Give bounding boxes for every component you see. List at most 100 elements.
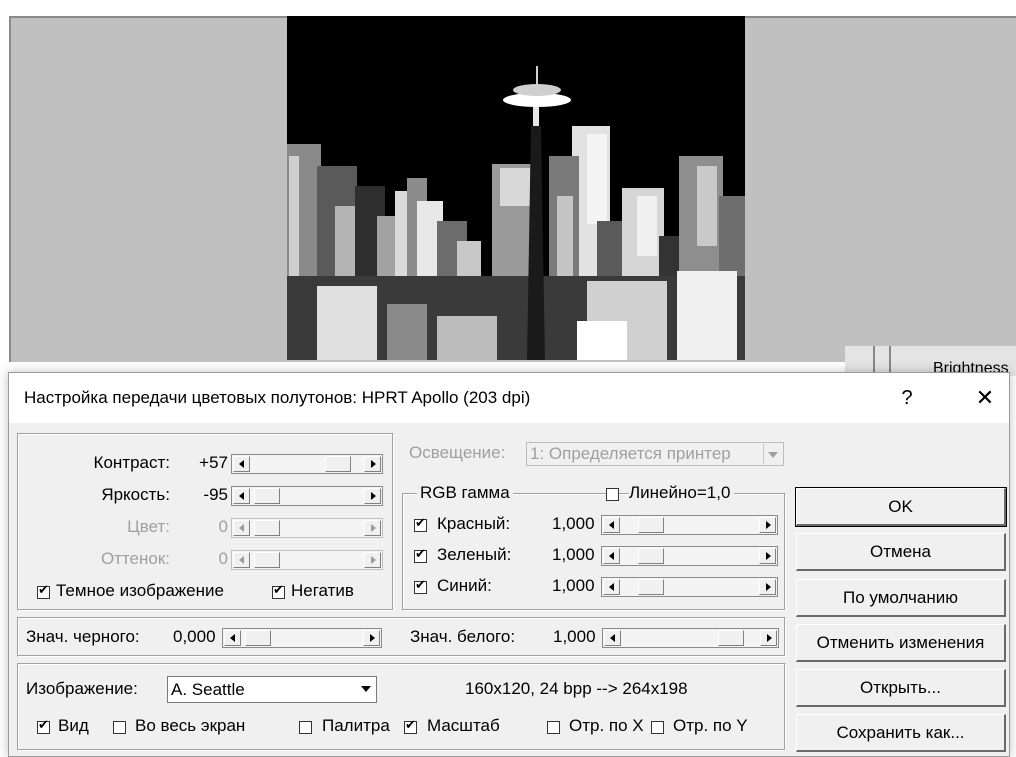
black-level-slider[interactable] <box>222 628 382 648</box>
brightness-label: Яркость: <box>101 485 170 504</box>
arrow-left-icon[interactable] <box>233 456 250 472</box>
linear-label[interactable]: Линейно=1,0 <box>629 483 735 503</box>
cancel-button[interactable]: Отмена <box>796 533 1006 571</box>
arrow-right-icon <box>364 552 381 568</box>
negative-label[interactable]: Негатив <box>291 581 354 601</box>
image-select[interactable]: A. Seattle <box>167 676 377 703</box>
dialog-title: Настройка передачи цветовых полутонов: H… <box>24 388 531 407</box>
arrow-left-icon <box>233 552 250 568</box>
white-level-slider[interactable] <box>602 628 779 648</box>
default-button[interactable]: По умолчанию <box>796 579 1006 617</box>
slider-thumb[interactable] <box>325 456 351 472</box>
open-button[interactable]: Открыть... <box>796 669 1006 707</box>
slider-thumb[interactable] <box>638 579 664 595</box>
blue-checkbox[interactable] <box>414 578 427 594</box>
brightness-value: -95 <box>203 485 228 504</box>
hue-label: Оттенок: <box>100 549 170 568</box>
contrast-slider[interactable] <box>231 454 383 474</box>
palette-checkbox[interactable] <box>299 721 312 734</box>
illumination-value: 1: Определяется принтер <box>530 444 731 463</box>
arrow-left-icon[interactable] <box>603 548 620 564</box>
arrow-left-icon[interactable] <box>603 579 620 595</box>
close-button[interactable]: ✕ <box>965 379 1005 417</box>
white-level-label: Знач. белого: <box>410 627 516 646</box>
rgb-gamma-label: RGB гамма <box>417 483 513 503</box>
dialog-titlebar: Настройка передачи цветовых полутонов: H… <box>9 373 1009 423</box>
arrow-left-icon[interactable] <box>604 630 621 646</box>
fullscreen-label[interactable]: Во весь экран <box>135 716 245 736</box>
flip-x-checkbox[interactable] <box>547 721 560 734</box>
hue-value: 0 <box>218 549 228 568</box>
view-checkbox[interactable] <box>37 718 50 734</box>
flip-x-label[interactable]: Отр. по X <box>569 716 644 736</box>
brightness-slider[interactable] <box>231 486 383 506</box>
arrow-left-icon[interactable] <box>233 488 250 504</box>
slider-thumb[interactable] <box>638 517 664 533</box>
arrow-right-icon[interactable] <box>363 630 380 646</box>
arrow-right-icon[interactable] <box>760 630 777 646</box>
view-label[interactable]: Вид <box>58 716 89 736</box>
arrow-right-icon[interactable] <box>759 579 776 595</box>
save-as-button[interactable]: Сохранить как... <box>796 714 1006 752</box>
image-info: 160x120, 24 bpp --> 264x198 <box>465 679 688 698</box>
halftone-dialog: Настройка передачи цветовых полутонов: H… <box>8 372 1010 757</box>
arrow-left-icon <box>233 520 250 536</box>
dark-image-label[interactable]: Темное изображение <box>56 581 224 601</box>
arrow-left-icon[interactable] <box>603 517 620 533</box>
image-select-value: A. Seattle <box>171 680 245 699</box>
palette-label[interactable]: Палитра <box>322 716 390 736</box>
blue-label[interactable]: Синий: <box>437 576 492 596</box>
white-level-value: 1,000 <box>553 627 596 646</box>
undo-changes-button[interactable]: Отменить изменения <box>796 624 1006 662</box>
arrow-right-icon <box>364 520 381 536</box>
green-label[interactable]: Зеленый: <box>437 545 511 565</box>
blue-value: 1,000 <box>552 576 595 595</box>
color-slider <box>231 518 383 538</box>
green-checkbox[interactable] <box>414 547 427 563</box>
negative-checkbox[interactable] <box>272 583 285 599</box>
contrast-value: +57 <box>199 453 228 472</box>
levels-group: Знач. черного: 0,000 Знач. белого: 1,000 <box>17 617 786 657</box>
image-label: Изображение: <box>26 679 138 698</box>
slider-thumb <box>254 552 280 568</box>
arrow-right-icon[interactable] <box>759 548 776 564</box>
black-level-value: 0,000 <box>173 627 216 646</box>
red-label[interactable]: Красный: <box>437 514 510 534</box>
slider-thumb[interactable] <box>638 548 664 564</box>
arrow-right-icon[interactable] <box>364 456 381 472</box>
dark-image-checkbox[interactable] <box>37 583 50 599</box>
image-group: Изображение: A. Seattle 160x120, 24 bpp … <box>17 663 786 751</box>
illumination-label: Освещение: <box>409 443 506 462</box>
illumination-select: 1: Определяется принтер <box>526 442 784 466</box>
slider-thumb[interactable] <box>245 630 271 646</box>
scale-checkbox[interactable] <box>404 718 417 734</box>
red-value: 1,000 <box>552 514 595 533</box>
preview-image <box>287 16 745 360</box>
contrast-label: Контраст: <box>93 453 170 472</box>
adjustments-group: Контраст: +57 Яркость: -95 Цвет: 0 Оттен… <box>17 433 394 611</box>
ok-button[interactable]: OK <box>795 487 1007 527</box>
color-label: Цвет: <box>127 517 170 536</box>
black-level-label: Знач. черного: <box>26 627 140 646</box>
slider-thumb[interactable] <box>254 488 280 504</box>
scale-label[interactable]: Масштаб <box>427 716 500 736</box>
flip-y-checkbox[interactable] <box>651 721 664 734</box>
red-checkbox[interactable] <box>414 516 427 532</box>
green-value: 1,000 <box>552 545 595 564</box>
hue-slider <box>231 550 383 570</box>
arrow-right-icon[interactable] <box>364 488 381 504</box>
arrow-left-icon[interactable] <box>224 630 241 646</box>
slider-thumb[interactable] <box>718 630 744 646</box>
arrow-right-icon[interactable] <box>759 517 776 533</box>
green-gamma-slider[interactable] <box>601 546 778 566</box>
linear-checkbox[interactable] <box>606 488 619 501</box>
chevron-down-icon[interactable] <box>357 678 375 701</box>
chevron-down-icon <box>763 444 782 464</box>
red-gamma-slider[interactable] <box>601 515 778 535</box>
app-window: Brightness Настройка передачи цветовых п… <box>0 0 1016 757</box>
fullscreen-checkbox[interactable] <box>113 721 126 734</box>
help-button[interactable]: ? <box>887 379 927 417</box>
flip-y-label[interactable]: Отр. по Y <box>673 716 748 736</box>
slider-thumb <box>254 520 280 536</box>
blue-gamma-slider[interactable] <box>601 577 778 597</box>
